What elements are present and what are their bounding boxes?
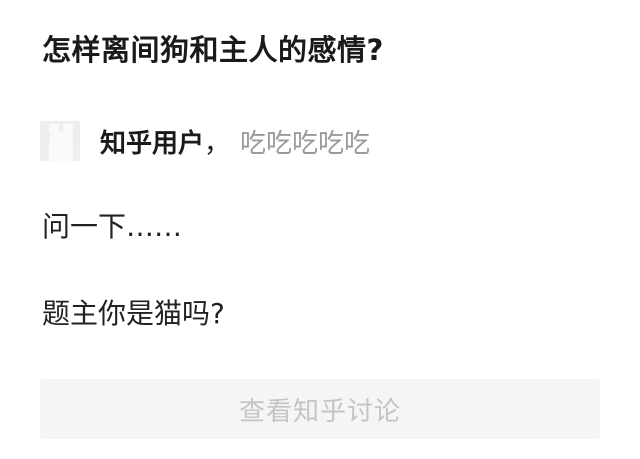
author-separator: ， [204,128,231,159]
default-avatar-icon[interactable] [40,121,80,161]
author-name[interactable]: 知乎用户 [100,123,204,160]
author-bio: 吃吃吃吃吃 [240,128,371,159]
answer-text-line-1: 问一下…… [42,210,183,243]
view-discussion-button[interactable]: 查看知乎讨论 [40,379,600,439]
author-row: 知乎用户 ， 吃吃吃吃吃 [40,120,370,162]
answer-card: 怎样离间狗和主人的感情? 知乎用户 ， 吃吃吃吃吃 问一下…… 题主你是猫吗? … [0,0,640,459]
avatar-silhouette [49,131,73,161]
view-discussion-label: 查看知乎讨论 [238,396,401,427]
answer-text-line-2: 题主你是猫吗? [42,297,225,330]
question-title[interactable]: 怎样离间狗和主人的感情? [42,30,384,70]
